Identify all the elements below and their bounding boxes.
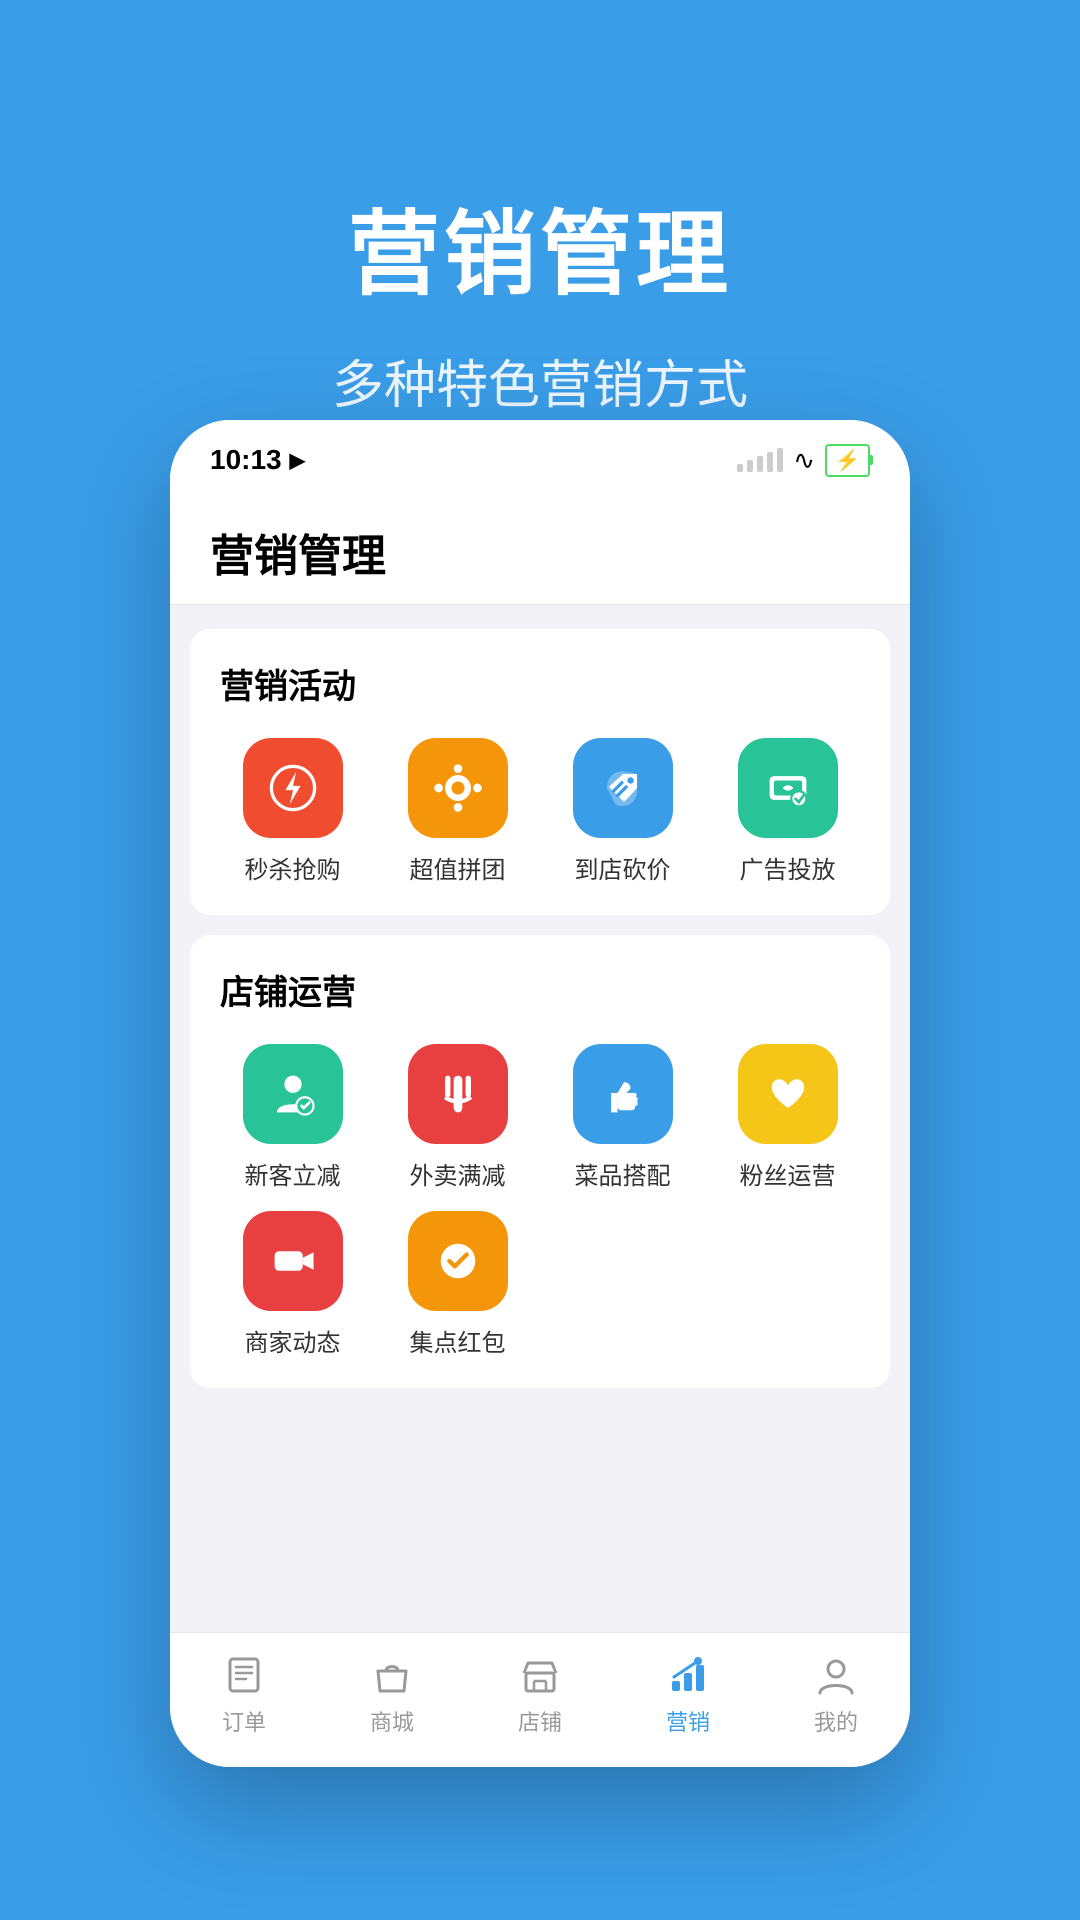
mall-icon (370, 1653, 414, 1697)
signal-icon (737, 448, 783, 472)
points-redpacket-icon (408, 1211, 508, 1311)
marketing-activities-card: 营销活动 秒杀抢购 (190, 629, 890, 915)
group-buy-item[interactable]: 超值拼团 (385, 738, 530, 885)
content-spacer (190, 1408, 890, 1608)
delivery-discount-label: 外卖满减 (410, 1156, 506, 1191)
status-time: 10:13 ▶ (210, 444, 305, 476)
store-icon (518, 1653, 562, 1697)
store-operations-card: 店铺运营 新客立减 (190, 935, 890, 1388)
ad-placement-label: 广告投放 (740, 850, 836, 885)
store-operations-grid: 新客立减 外卖满减 (220, 1044, 860, 1358)
flash-sale-label: 秒杀抢购 (245, 850, 341, 885)
background-header: 营销管理 多种特色营销方式 (0, 0, 1080, 418)
fan-ops-item[interactable]: 粉丝运营 (715, 1044, 860, 1191)
bottom-nav: 订单 商城 店铺 (170, 1632, 910, 1767)
merchant-dynamic-label: 商家动态 (245, 1323, 341, 1358)
app-header: 营销管理 (170, 490, 910, 605)
group-buy-label: 超值拼团 (410, 850, 506, 885)
phone-mockup: 10:13 ▶ ∿ ⚡ 营销管理 营销活动 (170, 420, 910, 1767)
ad-placement-item[interactable]: 广告投放 (715, 738, 860, 885)
group-buy-icon (408, 738, 508, 838)
delivery-discount-icon (408, 1044, 508, 1144)
dish-combo-icon (573, 1044, 673, 1144)
bg-main-title: 营销管理 (0, 180, 1080, 313)
marketing-activities-title: 营销活动 (220, 659, 860, 708)
nav-orders-label: 订单 (222, 1705, 266, 1737)
ad-placement-icon (738, 738, 838, 838)
dish-combo-item[interactable]: 菜品搭配 (550, 1044, 695, 1191)
wifi-icon: ∿ (793, 445, 815, 476)
flash-sale-icon (243, 738, 343, 838)
dish-combo-label: 菜品搭配 (575, 1156, 671, 1191)
merchant-dynamic-item[interactable]: 商家动态 (220, 1211, 365, 1358)
points-redpacket-item[interactable]: 集点红包 (385, 1211, 530, 1358)
nav-mine[interactable]: 我的 (776, 1653, 896, 1737)
orders-icon (222, 1653, 266, 1697)
delivery-discount-item[interactable]: 外卖满减 (385, 1044, 530, 1191)
points-redpacket-label: 集点红包 (410, 1323, 506, 1358)
in-store-discount-item[interactable]: 到店砍价 (550, 738, 695, 885)
flash-sale-item[interactable]: 秒杀抢购 (220, 738, 365, 885)
nav-store-label: 店铺 (518, 1705, 562, 1737)
nav-marketing-label: 营销 (666, 1705, 710, 1737)
marketing-icon (666, 1653, 710, 1697)
bg-subtitle: 多种特色营销方式 (0, 343, 1080, 418)
in-store-discount-label: 到店砍价 (575, 850, 671, 885)
nav-orders[interactable]: 订单 (184, 1653, 304, 1737)
battery-icon: ⚡ (825, 444, 870, 477)
new-customer-item[interactable]: 新客立减 (220, 1044, 365, 1191)
fan-ops-label: 粉丝运营 (740, 1156, 836, 1191)
new-customer-label: 新客立减 (245, 1156, 341, 1191)
app-header-title: 营销管理 (210, 520, 870, 584)
location-arrow-icon: ▶ (290, 448, 305, 473)
mine-icon (814, 1653, 858, 1697)
status-icons: ∿ ⚡ (737, 444, 870, 477)
nav-mine-label: 我的 (814, 1705, 858, 1737)
merchant-dynamic-icon (243, 1211, 343, 1311)
in-store-discount-icon (573, 738, 673, 838)
new-customer-icon (243, 1044, 343, 1144)
nav-mall-label: 商城 (370, 1705, 414, 1737)
fan-ops-icon (738, 1044, 838, 1144)
nav-mall[interactable]: 商城 (332, 1653, 452, 1737)
store-operations-title: 店铺运营 (220, 965, 860, 1014)
content-area: 营销活动 秒杀抢购 (170, 605, 910, 1632)
nav-store[interactable]: 店铺 (480, 1653, 600, 1737)
nav-marketing[interactable]: 营销 (628, 1653, 748, 1737)
marketing-activities-grid: 秒杀抢购 超值拼团 (220, 738, 860, 885)
status-bar: 10:13 ▶ ∿ ⚡ (170, 420, 910, 490)
